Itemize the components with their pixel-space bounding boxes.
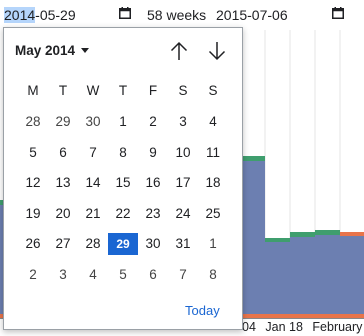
weekday-header: M bbox=[27, 83, 39, 98]
day-cell[interactable]: 9 bbox=[138, 142, 168, 164]
day-cell[interactable]: 4 bbox=[198, 111, 228, 133]
day-cell[interactable]: 1 bbox=[108, 111, 138, 133]
arrow-down-icon[interactable] bbox=[206, 40, 228, 62]
weekday-header: T bbox=[58, 83, 68, 98]
duration-label: 58 weeks bbox=[147, 7, 207, 23]
day-cell[interactable]: 6 bbox=[138, 264, 168, 286]
weekday-header: T bbox=[118, 83, 128, 98]
day-cell[interactable]: 15 bbox=[108, 172, 138, 194]
caret-down-icon[interactable] bbox=[81, 48, 89, 53]
chart-bar-top bbox=[340, 232, 364, 236]
x-tick-label: 04 bbox=[242, 320, 256, 334]
selected-day-cell[interactable]: 29 bbox=[108, 233, 138, 255]
day-cell[interactable]: 13 bbox=[48, 172, 78, 194]
calendar-icon[interactable] bbox=[119, 7, 131, 19]
chart-bar-top bbox=[265, 238, 290, 242]
day-cell[interactable]: 25 bbox=[198, 203, 228, 225]
chart-x-axis-labels: 04 Jan 18 February bbox=[242, 320, 364, 335]
calendar-icon[interactable] bbox=[332, 7, 344, 19]
day-cell[interactable]: 7 bbox=[168, 264, 198, 286]
day-cell[interactable]: 22 bbox=[108, 203, 138, 225]
day-cell[interactable]: 31 bbox=[168, 233, 198, 255]
day-cell[interactable]: 24 bbox=[168, 203, 198, 225]
weekday-header: F bbox=[148, 83, 158, 98]
day-cell[interactable]: 8 bbox=[108, 142, 138, 164]
day-cell[interactable]: 26 bbox=[18, 233, 48, 255]
chart-bar-top bbox=[315, 230, 340, 235]
day-cell[interactable]: 5 bbox=[18, 142, 48, 164]
chart-bar bbox=[315, 230, 340, 318]
day-cell[interactable]: 30 bbox=[138, 233, 168, 255]
day-cell[interactable]: 4 bbox=[78, 264, 108, 286]
day-cell[interactable]: 21 bbox=[78, 203, 108, 225]
day-cell[interactable]: 29 bbox=[48, 111, 78, 133]
day-cell[interactable]: 18 bbox=[198, 172, 228, 194]
day-cell[interactable]: 30 bbox=[78, 111, 108, 133]
start-date-field[interactable]: 2014-05-29 bbox=[4, 5, 76, 25]
start-date-rest[interactable]: -05-29 bbox=[35, 7, 75, 23]
day-cell[interactable]: 10 bbox=[168, 142, 198, 164]
day-cell[interactable]: 23 bbox=[138, 203, 168, 225]
arrow-up-icon[interactable] bbox=[168, 40, 190, 62]
weekday-header: W bbox=[86, 83, 100, 98]
day-cell[interactable]: 17 bbox=[168, 172, 198, 194]
weekday-header: S bbox=[208, 83, 218, 98]
day-cell[interactable]: 12 bbox=[18, 172, 48, 194]
chart-bar bbox=[290, 232, 315, 318]
day-cell[interactable]: 20 bbox=[48, 203, 78, 225]
day-cell[interactable]: 28 bbox=[18, 111, 48, 133]
end-date-field[interactable]: 2015-07-06 bbox=[216, 5, 288, 25]
day-cell[interactable]: 16 bbox=[138, 172, 168, 194]
today-button[interactable]: Today bbox=[185, 302, 220, 320]
weekday-header: S bbox=[178, 83, 188, 98]
start-year-selection[interactable]: 2014 bbox=[4, 7, 36, 23]
chart-bar-top bbox=[290, 232, 315, 237]
day-cell[interactable]: 2 bbox=[138, 111, 168, 133]
day-cell[interactable]: 14 bbox=[78, 172, 108, 194]
date-picker-popup: May 2014 M T W T F S S 28 29 30 1 2 3 4 5 6 7 8 9 10 11 12 13 1… bbox=[3, 27, 243, 330]
x-tick-label: February bbox=[312, 320, 363, 334]
day-cell[interactable]: 27 bbox=[48, 233, 78, 255]
day-cell[interactable]: 28 bbox=[78, 233, 108, 255]
day-cell[interactable]: 6 bbox=[48, 142, 78, 164]
day-cell[interactable]: 3 bbox=[168, 111, 198, 133]
chart-bar bbox=[241, 156, 265, 318]
chart-bar-top bbox=[241, 156, 265, 161]
month-year-dropdown[interactable]: May 2014 bbox=[15, 42, 75, 60]
day-cell[interactable]: 5 bbox=[108, 264, 138, 286]
day-cell[interactable]: 19 bbox=[18, 203, 48, 225]
day-cell[interactable]: 8 bbox=[198, 264, 228, 286]
x-tick-label: Jan 18 bbox=[265, 320, 303, 334]
day-cell[interactable]: 11 bbox=[198, 142, 228, 164]
chart-bar bbox=[340, 232, 364, 318]
date-range-bar: 2014-05-29 58 weeks 2015-07-06 bbox=[0, 0, 364, 30]
day-cell[interactable]: 2 bbox=[18, 264, 48, 286]
day-cell[interactable]: 3 bbox=[48, 264, 78, 286]
chart-bar bbox=[265, 238, 290, 318]
day-cell[interactable]: 1 bbox=[198, 233, 228, 255]
day-cell[interactable]: 7 bbox=[78, 142, 108, 164]
